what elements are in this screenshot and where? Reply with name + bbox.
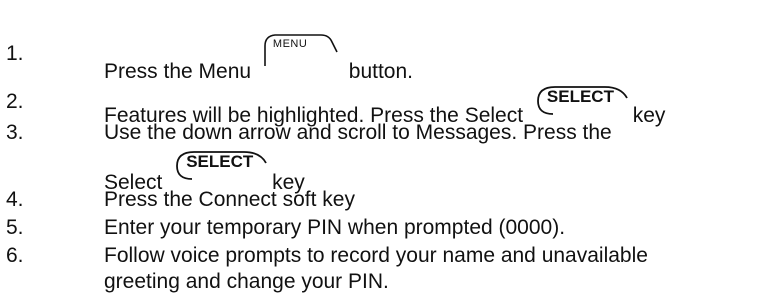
menu-key-label: MENU (272, 38, 308, 50)
step-text-line2: greeting and change your PIN. (104, 270, 389, 293)
select-key-label: SELECT (546, 87, 614, 106)
step-1: 1. Press the Menu MENU button. (0, 34, 773, 83)
step-4: 4. Press the Connect soft key (0, 184, 773, 212)
step-number: 5. (6, 216, 24, 239)
step-number: 2. (6, 90, 24, 113)
select-key-icon: SELECT (174, 149, 268, 181)
step-5: 5. Enter your temporary PIN when prompte… (0, 212, 773, 240)
step-number: 1. (6, 42, 24, 65)
step-text-line1: Use the down arrow and scroll to Message… (104, 121, 612, 144)
step-number: 4. (6, 188, 24, 211)
step-text-line1: Follow voice prompts to record your name… (104, 244, 648, 267)
menu-key-icon: MENU (263, 32, 339, 68)
step-text: Press the Menu MENU button. (104, 34, 413, 84)
step-2: 2. Features will be highlighted. Press t… (0, 80, 773, 127)
step-text: Enter your temporary PIN when prompted (… (104, 216, 566, 239)
step-number: 6. (6, 244, 24, 267)
step-number: 3. (6, 121, 24, 144)
step-text: Press the Connect soft key (104, 188, 355, 211)
step-3: 3. Use the down arrow and scroll to Mess… (0, 112, 773, 194)
step-6: 6. Follow voice prompts to record your n… (0, 240, 773, 296)
select-key-label: SELECT (186, 152, 254, 171)
